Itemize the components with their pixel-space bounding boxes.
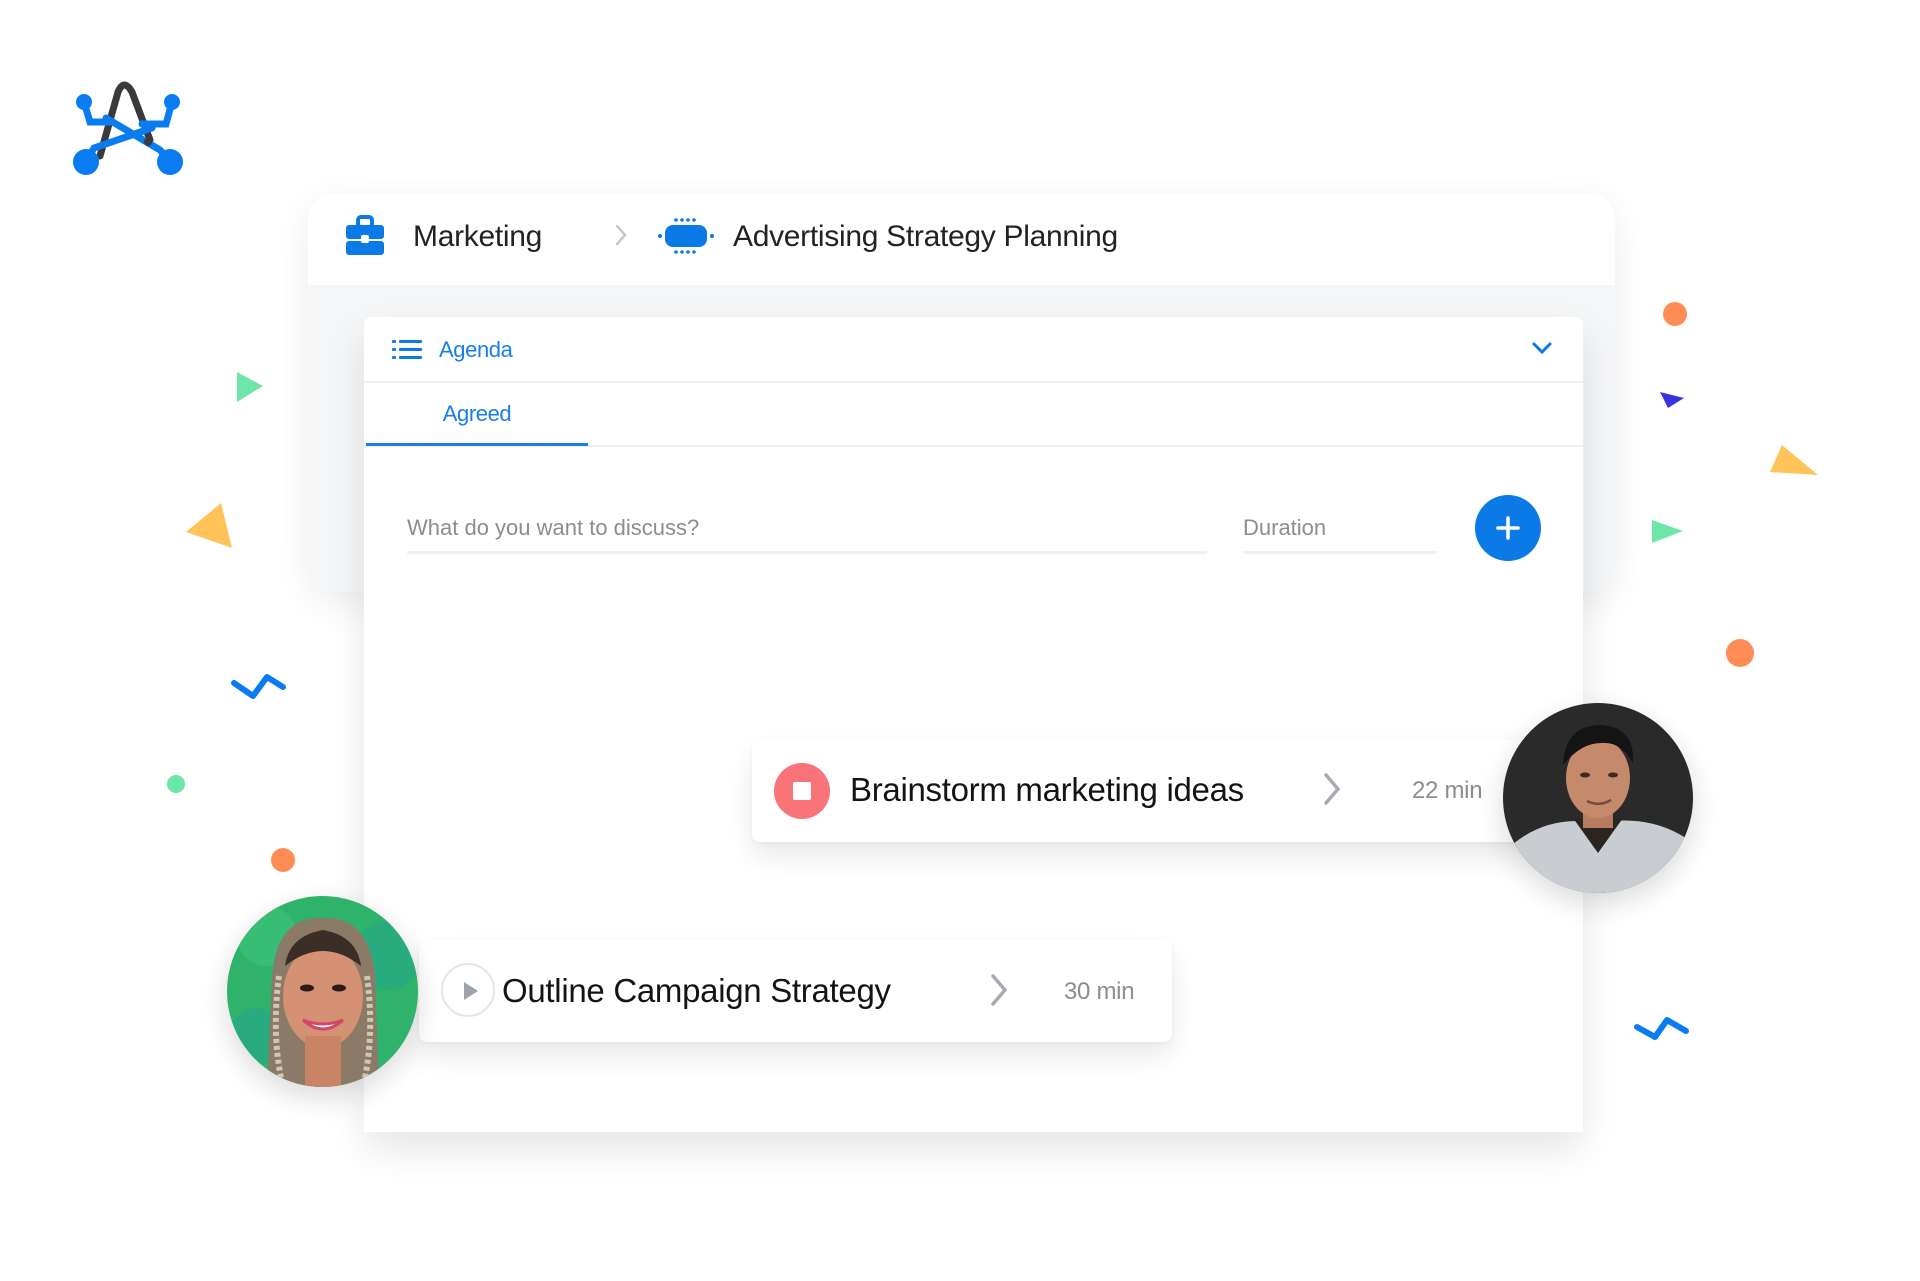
breadcrumb-meeting: Advertising Strategy Planning — [733, 220, 1118, 253]
breadcrumb-team[interactable]: Marketing — [413, 219, 542, 255]
agenda-item[interactable]: Outline Campaign Strategy 30 min — [419, 940, 1172, 1042]
avatar-woman-icon — [227, 896, 418, 1087]
agenda-item-title: Outline Campaign Strategy — [502, 972, 891, 1009]
decor-green-triangle — [1652, 520, 1683, 543]
decor-yellow-triangle — [186, 503, 232, 548]
add-topic-button[interactable] — [1475, 495, 1541, 561]
decor-orange-dot — [1663, 302, 1687, 326]
avatar — [227, 896, 418, 1087]
play-icon[interactable] — [441, 963, 495, 1017]
tab-agreed-label: Agreed — [442, 401, 512, 426]
agenda-item-duration: 30 min — [1064, 978, 1135, 1005]
decor-green-dot — [167, 775, 185, 793]
chip-icon — [658, 218, 714, 254]
plus-icon — [1496, 516, 1520, 540]
duration-input[interactable] — [1243, 505, 1437, 554]
decor-blue-zigzag — [231, 674, 286, 699]
app-logo-icon — [73, 81, 183, 175]
agenda-header[interactable]: Agenda — [364, 317, 1583, 383]
topic-input[interactable] — [407, 505, 1207, 554]
decor-orange-dot — [1726, 639, 1754, 667]
chevron-right-icon — [615, 224, 627, 246]
avatar — [1503, 703, 1693, 893]
agenda-tabs: Agreed — [364, 383, 1583, 447]
stop-icon[interactable] — [774, 763, 830, 819]
decor-green-triangle — [237, 372, 263, 402]
list-icon — [392, 340, 422, 359]
tab-agreed[interactable]: Agreed — [366, 383, 588, 446]
agenda-title: Agenda — [439, 337, 513, 362]
decor-indigo-triangle — [1660, 392, 1684, 408]
briefcase-icon — [346, 215, 384, 255]
chevron-down-icon[interactable] — [1531, 341, 1553, 355]
decor-orange-dot — [271, 848, 295, 872]
agenda-item[interactable]: Brainstorm marketing ideas 22 min — [752, 739, 1532, 842]
chevron-right-icon[interactable] — [989, 972, 1009, 1008]
breadcrumb: Marketing Advertising Strategy Planning — [308, 193, 1615, 285]
decor-yellow-triangle — [1770, 445, 1818, 475]
agenda-item-duration: 22 min — [1412, 777, 1483, 804]
chevron-right-icon[interactable] — [1322, 771, 1342, 807]
decor-blue-zigzag — [1634, 1017, 1689, 1040]
agenda-item-title: Brainstorm marketing ideas — [850, 771, 1244, 808]
avatar-man-icon — [1503, 703, 1693, 893]
